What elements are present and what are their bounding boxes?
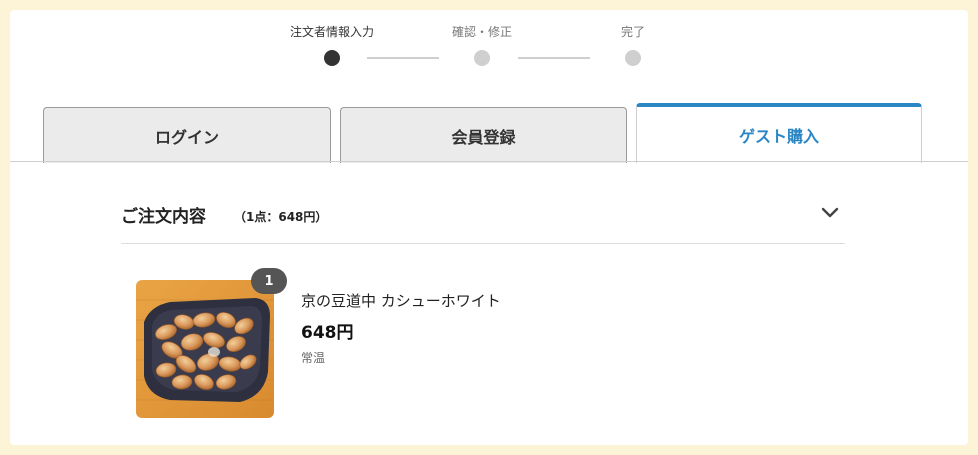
product-image (136, 280, 274, 418)
chevron-down-icon[interactable] (821, 206, 839, 220)
tab-login[interactable]: ログイン (43, 107, 331, 163)
tab-member-registration[interactable]: 会員登録 (340, 107, 627, 163)
step-dot-confirm (474, 50, 490, 66)
checkout-frame: 注文者情報入力 確認・修正 完了 ログイン 会員登録 ゲスト購入 ご注文内容 （… (10, 10, 968, 445)
order-summary-count: （1点：648円） (234, 210, 328, 224)
product-name: 京の豆道中 カシューホワイト (301, 292, 501, 310)
order-item: 1 京の豆道中 カシューホワイト 648円 常温 (136, 268, 836, 425)
tab-divider (10, 161, 968, 162)
step-label-complete: 完了 (620, 25, 646, 39)
step-connector (518, 57, 590, 59)
product-storage-type: 常温 (301, 351, 326, 365)
quantity-badge: 1 (251, 268, 287, 294)
product-price: 648円 (301, 323, 354, 343)
checkout-stepper: 注文者情報入力 確認・修正 完了 (10, 10, 968, 100)
step-label-confirm: 確認・修正 (451, 25, 513, 39)
step-dot-order-info (324, 50, 340, 66)
tab-guest-purchase[interactable]: ゲスト購入 (636, 103, 922, 163)
step-dot-complete (625, 50, 641, 66)
order-summary-title: ご注文内容 (121, 207, 206, 227)
purchase-method-tabs: ログイン 会員登録 ゲスト購入 (10, 102, 968, 163)
step-connector (367, 57, 439, 59)
step-label-order-info: 注文者情報入力 (289, 25, 375, 39)
order-summary-header[interactable]: ご注文内容 （1点：648円） (121, 196, 845, 244)
